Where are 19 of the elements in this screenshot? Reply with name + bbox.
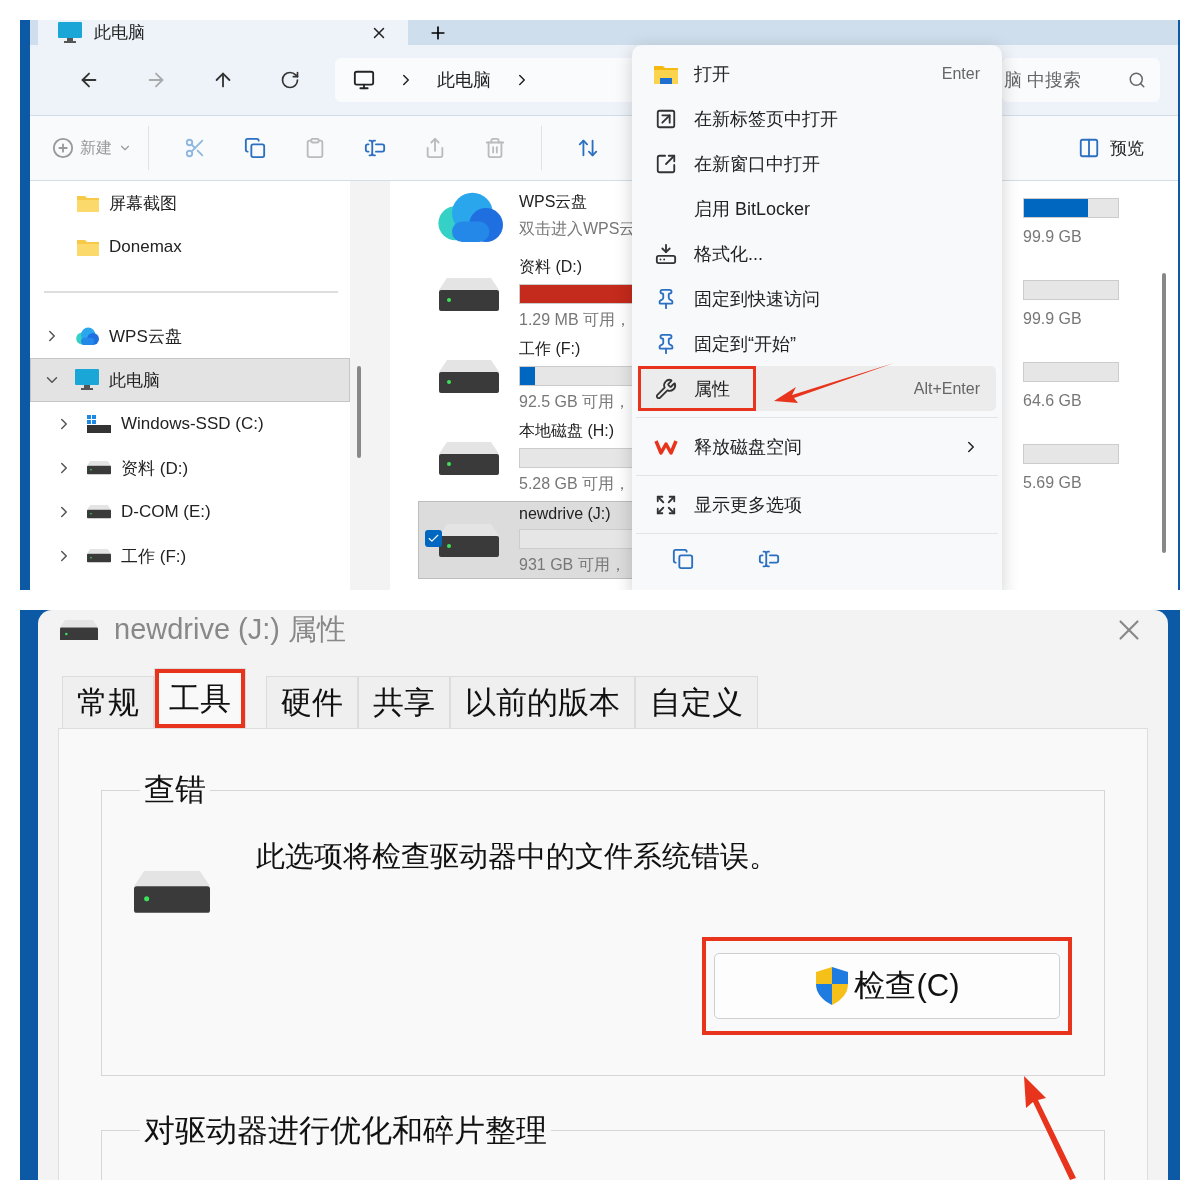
drive-name: newdrive (J:) bbox=[519, 504, 612, 523]
drive-name: 资料 (D:) bbox=[519, 257, 584, 277]
drive-name: 本地磁盘 (H:) bbox=[519, 421, 616, 441]
drive-size: 99.9 GB bbox=[1023, 310, 1083, 328]
drive-detail: 931 GB 可用， bbox=[519, 554, 627, 575]
shortcut: Alt+Enter bbox=[913, 379, 980, 398]
drive-detail: 92.5 GB 可用， bbox=[519, 392, 632, 412]
drive-name: WPS云盘 bbox=[519, 192, 589, 212]
drive-size: 64.6 GB bbox=[1023, 392, 1083, 410]
group-title: 查错 bbox=[143, 771, 207, 809]
group-title: 对驱动器进行优化和碎片整理 bbox=[143, 1111, 548, 1150]
drive-name: 工作 (F:) bbox=[519, 339, 582, 359]
description: 此选项将检查驱动器中的文件系统错误。 bbox=[256, 839, 778, 874]
drive-detail: 1.29 MB 可用， bbox=[519, 310, 633, 330]
drive-size: 5.69 GB bbox=[1023, 474, 1083, 492]
drive-detail: 5.28 GB 可用， bbox=[519, 474, 632, 494]
window-title: newdrive (J:) 属性 bbox=[114, 612, 348, 647]
drive-size: 99.9 GB bbox=[1023, 228, 1083, 246]
shortcut: Enter bbox=[941, 64, 980, 83]
